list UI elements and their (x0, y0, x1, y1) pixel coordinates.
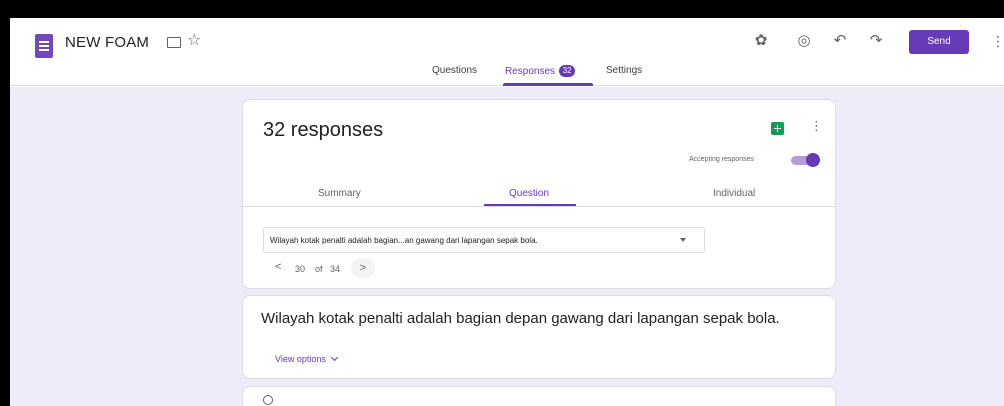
next-answer-card (242, 386, 836, 406)
palette-icon[interactable]: ✿ (750, 30, 772, 52)
star-icon[interactable]: ☆ (187, 31, 201, 51)
redo-icon[interactable]: ↷ (865, 30, 887, 52)
subtab-summary[interactable]: Summary (318, 188, 361, 199)
tab-settings-label: Settings (606, 65, 643, 76)
divider (243, 206, 835, 207)
prev-question-icon[interactable]: < (275, 261, 281, 273)
responses-count-badge: 32 (559, 65, 576, 77)
pager-of: of (315, 264, 323, 274)
question-card: Wilayah kotak penalti adalah bagian depa… (242, 295, 836, 379)
card-more-icon[interactable]: ⋮ (810, 118, 823, 134)
sheets-icon[interactable] (771, 122, 784, 135)
question-text: Wilayah kotak penalti adalah bagian depa… (261, 310, 780, 327)
question-select-value: Wilayah kotak penalti adalah bagian...an… (270, 236, 538, 245)
send-button[interactable]: Send (909, 30, 969, 54)
responses-count-title: 32 responses (263, 119, 384, 141)
accepting-responses-label: Accepting responses (689, 156, 754, 163)
folder-icon[interactable] (167, 37, 181, 48)
tab-questions-label: Questions (432, 65, 478, 76)
subtab-question[interactable]: Question (509, 188, 549, 199)
view-options-button[interactable]: View options (275, 353, 338, 364)
caret-down-icon (680, 238, 686, 242)
forms-app: NEW FOAM ☆ ✿ ◎ ↶ ↷ Send ⋮ Questions Resp… (10, 18, 1004, 406)
option-icon (263, 395, 273, 405)
tab-settings[interactable]: Settings (606, 65, 642, 76)
main-content: 32 responses ⋮ Accepting responses Summa… (10, 87, 1004, 406)
pager-total: 34 (330, 264, 341, 274)
tab-questions[interactable]: Questions (432, 65, 477, 76)
top-bar: NEW FOAM ☆ ✿ ◎ ↶ ↷ Send ⋮ Questions Resp… (10, 18, 1004, 86)
next-question-icon[interactable]: > (351, 258, 375, 278)
toggle-thumb[interactable] (806, 153, 820, 167)
responses-card: 32 responses ⋮ Accepting responses Summa… (242, 99, 836, 289)
more-options-icon[interactable]: ⋮ (991, 30, 1004, 52)
form-title[interactable]: NEW FOAM (65, 34, 149, 51)
view-options-label: View options (275, 354, 326, 364)
tab-responses-label: Responses (505, 66, 556, 77)
pager-current: 30 (295, 264, 306, 274)
question-select[interactable]: Wilayah kotak penalti adalah bagian...an… (263, 227, 705, 253)
preview-eye-icon[interactable]: ◎ (793, 30, 815, 52)
form-tabs: Questions Responses 32 Settings (10, 62, 1004, 86)
subtab-individual[interactable]: Individual (713, 188, 755, 199)
tab-responses[interactable]: Responses 32 (505, 65, 576, 77)
active-tab-indicator (503, 83, 593, 86)
undo-icon[interactable]: ↶ (829, 30, 851, 52)
forms-logo-icon[interactable] (35, 34, 53, 58)
chevron-down-icon (330, 353, 338, 362)
